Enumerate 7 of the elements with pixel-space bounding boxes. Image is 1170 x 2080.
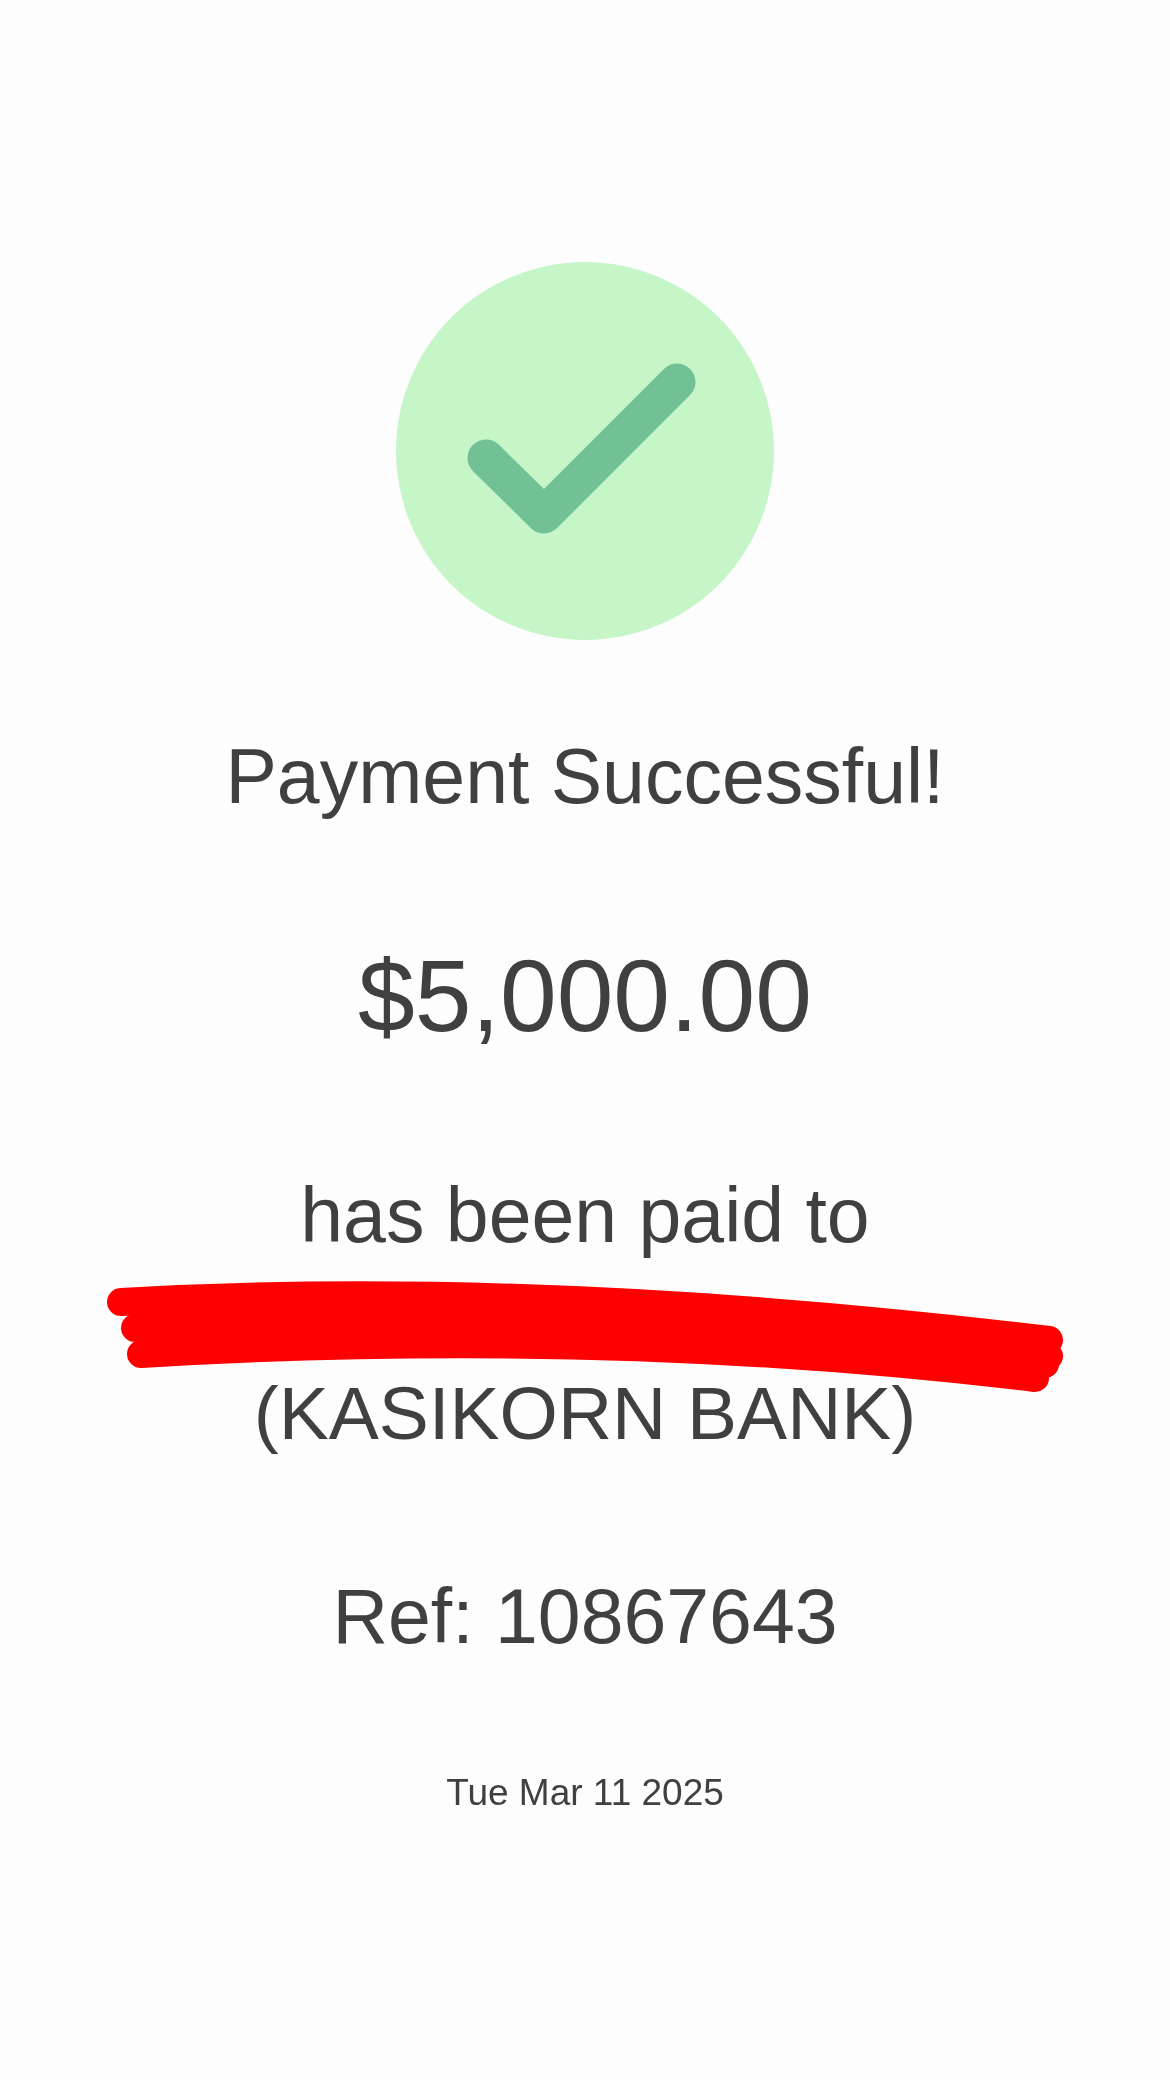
- reference-number: Ref: 10867643: [332, 1572, 838, 1661]
- payment-amount: $5,000.00: [358, 938, 812, 1055]
- payment-status-title: Payment Successful!: [225, 732, 945, 821]
- payee-intro-text: has been paid to: [300, 1171, 870, 1260]
- success-check-icon: [396, 262, 774, 640]
- bank-name: (KASIKORN BANK): [253, 1370, 917, 1457]
- payment-date: Tue Mar 11 2025: [446, 1771, 724, 1815]
